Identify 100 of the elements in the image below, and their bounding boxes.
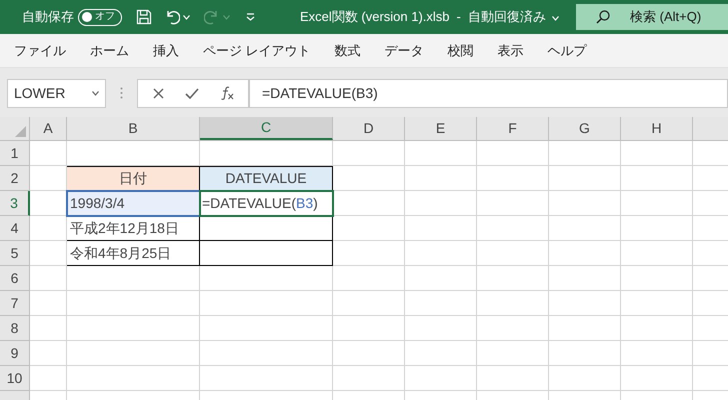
table-cell [621,216,693,241]
menu-tab[interactable]: データ [372,34,436,67]
menu-tab[interactable]: 表示 [486,34,536,67]
table-cell [30,291,67,316]
save-status: 自動回復済み [468,8,546,26]
formula-input[interactable]: =DATEVALUE(B3) [249,78,728,108]
row-header[interactable]: 5 [0,241,30,266]
row-header[interactable]: 8 [0,316,30,341]
column-header[interactable]: C [200,117,333,140]
name-box[interactable]: LOWER [7,78,106,108]
table-cell [549,291,621,316]
table-cell [621,241,693,266]
table-cell [549,166,621,191]
table-cell [621,141,693,166]
column-header[interactable]: F [477,117,549,140]
table-cell [549,366,621,391]
table-cell [405,191,477,216]
table-cell [30,366,67,391]
table-cell [405,341,477,366]
table-cell [333,216,405,241]
table-cell [477,316,549,341]
table-cell: 令和4年8月25日 [67,241,200,266]
table-cell [333,241,405,266]
column-header[interactable]: H [621,117,693,140]
row-header[interactable]: 4 [0,216,30,241]
table-cell [405,141,477,166]
table-cell [333,191,405,216]
menu-tab[interactable]: 数式 [322,34,373,67]
row-header[interactable]: 3 [0,191,30,216]
table-cell [30,341,67,366]
row-header[interactable]: 10 [0,366,30,391]
table-cell [477,191,549,216]
table-cell [333,291,405,316]
table-cell [333,316,405,341]
table-cell [333,366,405,391]
table-cell [405,216,477,241]
title-separator: - [456,8,461,26]
table-cell [549,141,621,166]
table-cell [477,266,549,291]
menu-tab[interactable]: ページ レイアウト [191,34,323,67]
table-cell [30,216,67,241]
table-cell [405,291,477,316]
cancel-icon[interactable] [152,88,164,98]
table-cell [405,166,477,191]
table-cell [405,316,477,341]
dropdown-caret-icon[interactable] [92,90,99,96]
autosave-toggle[interactable]: オフ [78,8,122,26]
table-cell: 平成2年12月18日 [67,216,200,241]
menu-tab[interactable]: ファイル [0,34,78,67]
table-header-cell: DATEVALUE [200,166,333,191]
table-cell [549,216,621,241]
menu-tab[interactable]: 挿入 [141,34,191,67]
check-icon[interactable] [184,88,198,98]
row-header[interactable]: 6 [0,266,30,291]
table-cell [333,266,405,291]
table-cell [30,141,67,166]
table-cell [405,241,477,266]
table-cell [549,266,621,291]
table-cell [333,166,405,191]
table-cell [477,216,549,241]
table-cell [477,341,549,366]
table-cell [477,366,549,391]
row-header[interactable]: 9 [0,341,30,366]
table-cell [30,316,67,341]
table-cell [549,341,621,366]
menu-tab[interactable]: ヘルプ [536,34,599,67]
window-title: Excel関数 (version 1).xlsb [300,8,450,26]
table-cell [549,316,621,341]
table-cell [405,366,477,391]
row-header[interactable]: 7 [0,291,30,316]
table-cell [30,266,67,291]
row-header[interactable]: 2 [0,166,30,191]
title-caret-icon[interactable] [552,16,559,20]
menu-tab[interactable]: ホーム [78,34,141,67]
table-cell [549,191,621,216]
table-cell [621,191,693,216]
table-header-cell: 日付 [67,166,200,191]
table-cell [621,166,693,191]
column-header[interactable]: E [405,117,477,140]
column-header[interactable]: G [549,117,621,140]
customize-toolbar-icon[interactable] [246,13,255,21]
save-icon[interactable] [136,9,152,25]
table-cell [621,316,693,341]
table-cell [621,366,693,391]
table-cell [477,141,549,166]
row-header[interactable]: 1 [0,141,30,166]
insert-function-icon[interactable] [220,86,234,100]
column-header[interactable]: D [333,117,405,140]
table-cell [621,291,693,316]
table-cell [405,266,477,291]
autosave-label: 自動保存 [22,8,74,26]
table-cell [621,341,693,366]
active-cell[interactable]: =DATEVALUE(B3) [200,191,333,216]
search-icon [596,10,610,24]
table-cell [477,241,549,266]
search-field[interactable]: 検索 (Alt+Q) [576,4,728,30]
table-cell [621,266,693,291]
menu-tab[interactable]: 校閲 [436,34,486,67]
column-header[interactable]: A [30,117,67,140]
grip-icon[interactable] [120,87,123,99]
